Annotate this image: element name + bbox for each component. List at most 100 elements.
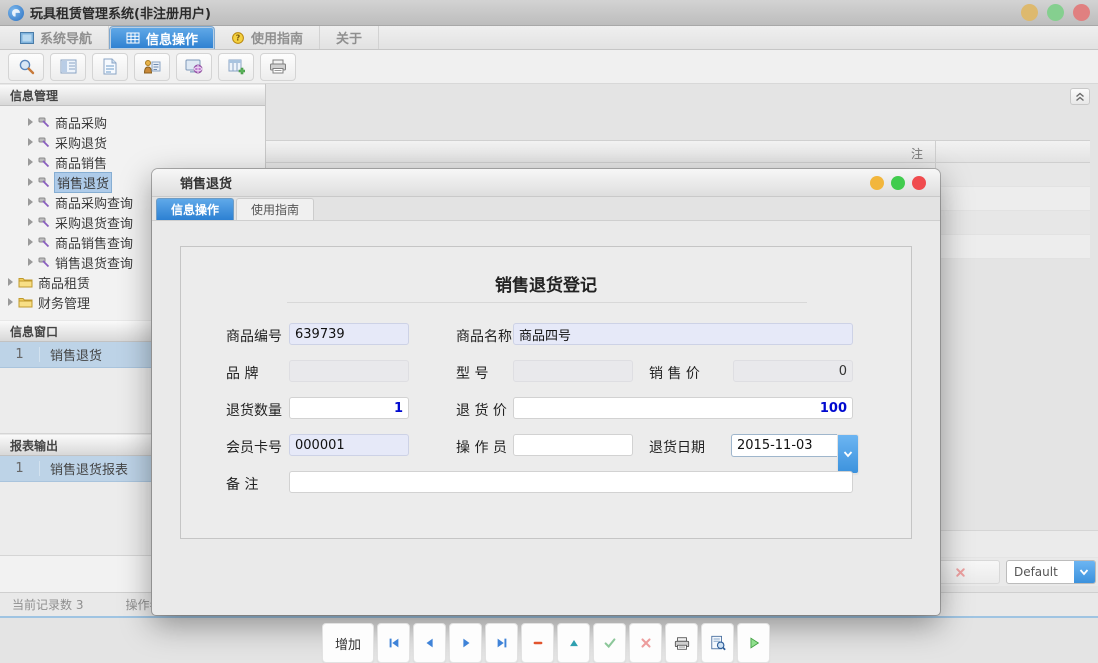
collapse-panel-button[interactable]: [1070, 88, 1090, 105]
edit-record-button[interactable]: [557, 623, 590, 663]
return-price-field[interactable]: [513, 397, 853, 419]
brand-field[interactable]: [289, 360, 409, 382]
search-button[interactable]: [8, 53, 44, 81]
user-report-button[interactable]: [134, 53, 170, 81]
folder-icon: [18, 276, 33, 288]
column-divider: [935, 141, 936, 162]
expand-arrow-icon[interactable]: [8, 298, 13, 306]
print-button[interactable]: [260, 53, 296, 81]
tree-item-label: 商品采购: [55, 113, 107, 132]
post-button[interactable]: [593, 623, 626, 663]
app-icon: [8, 5, 24, 21]
dialog-titlebar[interactable]: 销售退货: [152, 169, 940, 197]
tab-user-guide[interactable]: ? 使用指南: [215, 26, 320, 49]
dialog-minimize-icon[interactable]: [870, 176, 884, 190]
record-next-button[interactable]: [449, 623, 482, 663]
dialog-tab-info-operation[interactable]: 信息操作: [156, 198, 234, 220]
model-label: 型 号: [456, 363, 488, 383]
model-field[interactable]: [513, 360, 633, 382]
dialog-maximize-icon[interactable]: [891, 176, 905, 190]
style-dropdown[interactable]: Default: [1006, 560, 1096, 584]
cancel-edit-button[interactable]: [629, 623, 662, 663]
dialog-title: 销售退货: [166, 173, 232, 192]
form-title: 销售退货登记: [181, 271, 911, 296]
preview-button[interactable]: [701, 623, 734, 663]
expand-arrow-icon[interactable]: [28, 218, 33, 226]
tree-item-label: 商品销售: [55, 153, 107, 172]
expand-arrow-icon[interactable]: [28, 258, 33, 266]
sale-return-form: 销售退货登记 商品编号 商品名称 品 牌 型 号 销 售 价: [180, 246, 912, 539]
dialog-body: 销售退货登记 商品编号 商品名称 品 牌 型 号 销 售 价: [152, 221, 940, 615]
tool-icon: [38, 236, 50, 248]
tab-system-nav[interactable]: 系统导航: [4, 26, 109, 49]
main-tab-bar: 系统导航 信息操作 ? 使用指南 关于: [0, 26, 1098, 50]
user-report-icon: [143, 59, 161, 75]
print-record-button[interactable]: [665, 623, 698, 663]
expand-arrow-icon[interactable]: [28, 138, 33, 146]
expand-arrow-icon[interactable]: [8, 278, 13, 286]
tree-item-purchase-return[interactable]: 采购退货: [0, 132, 265, 152]
record-prev-button[interactable]: [413, 623, 446, 663]
row-label: 销售退货: [40, 345, 102, 364]
dialog-close-icon[interactable]: [912, 176, 926, 190]
document-icon: [103, 58, 117, 75]
workspace: 信息管理 商品采购 采购退货 商品销售 销售退货: [0, 84, 1098, 592]
tree-item-label: 采购退货查询: [55, 213, 133, 232]
member-card-field[interactable]: [289, 434, 409, 456]
svg-text:?: ?: [236, 33, 241, 42]
remark-field[interactable]: [289, 471, 853, 493]
grid-icon: [126, 32, 140, 44]
product-name-field[interactable]: [513, 323, 853, 345]
expand-arrow-icon[interactable]: [28, 198, 33, 206]
main-toolbar: [0, 50, 1098, 84]
window-close-icon[interactable]: [1073, 4, 1090, 21]
delete-record-button[interactable]: [521, 623, 554, 663]
record-first-button[interactable]: [377, 623, 410, 663]
tab-label: 使用指南: [251, 28, 303, 47]
add-button[interactable]: 增加: [322, 623, 374, 663]
printer-icon: [269, 59, 287, 74]
dialog-tab-user-guide[interactable]: 使用指南: [236, 198, 314, 220]
tab-about[interactable]: 关于: [320, 26, 379, 49]
document-button[interactable]: [92, 53, 128, 81]
sale-price-field[interactable]: [733, 360, 853, 382]
chevron-down-icon[interactable]: [1074, 561, 1095, 583]
operator-label: 操 作 员: [456, 437, 507, 457]
status-record-count: 当前记录数 3: [12, 596, 83, 613]
expand-arrow-icon[interactable]: [28, 238, 33, 246]
return-date-label: 退货日期: [649, 437, 705, 457]
expand-arrow-icon[interactable]: [28, 158, 33, 166]
product-code-field[interactable]: [289, 323, 409, 345]
window-maximize-icon[interactable]: [1047, 4, 1064, 21]
sale-return-dialog: 销售退货 信息操作 使用指南 销售退货登记 商品编号 商品名称: [152, 169, 940, 615]
date-dropdown-button[interactable]: [837, 434, 859, 474]
window-minimize-icon[interactable]: [1021, 4, 1038, 21]
tab-info-operation[interactable]: 信息操作: [109, 26, 215, 49]
table-add-button[interactable]: [218, 53, 254, 81]
window-icon: [20, 32, 34, 44]
return-qty-field[interactable]: [289, 397, 409, 419]
form-view-button[interactable]: [50, 53, 86, 81]
execute-button[interactable]: [737, 623, 770, 663]
table-add-icon: [228, 59, 245, 75]
sidebar-header-info-management[interactable]: 信息管理: [0, 84, 265, 106]
tab-label: 信息操作: [146, 29, 198, 48]
printer-icon: [674, 636, 690, 651]
tool-icon: [38, 256, 50, 268]
tree-item-label-selected: 销售退货: [55, 173, 111, 192]
row-label: 销售退货报表: [40, 459, 128, 478]
monitor-globe-button[interactable]: [176, 53, 212, 81]
style-dropdown-value: Default: [1007, 565, 1074, 579]
return-date-combo: [731, 434, 859, 457]
folder-icon: [18, 296, 33, 308]
tree-item-goods-purchase[interactable]: 商品采购: [0, 112, 265, 132]
table-header-row: 注: [266, 140, 1090, 163]
expand-arrow-icon[interactable]: [28, 118, 33, 126]
record-last-button[interactable]: [485, 623, 518, 663]
search-icon: [18, 58, 35, 75]
expand-arrow-icon[interactable]: [28, 178, 33, 186]
return-qty-label: 退货数量: [226, 400, 282, 420]
operator-field[interactable]: [513, 434, 633, 456]
return-date-field[interactable]: [731, 434, 837, 457]
row-index: 1: [0, 347, 40, 362]
